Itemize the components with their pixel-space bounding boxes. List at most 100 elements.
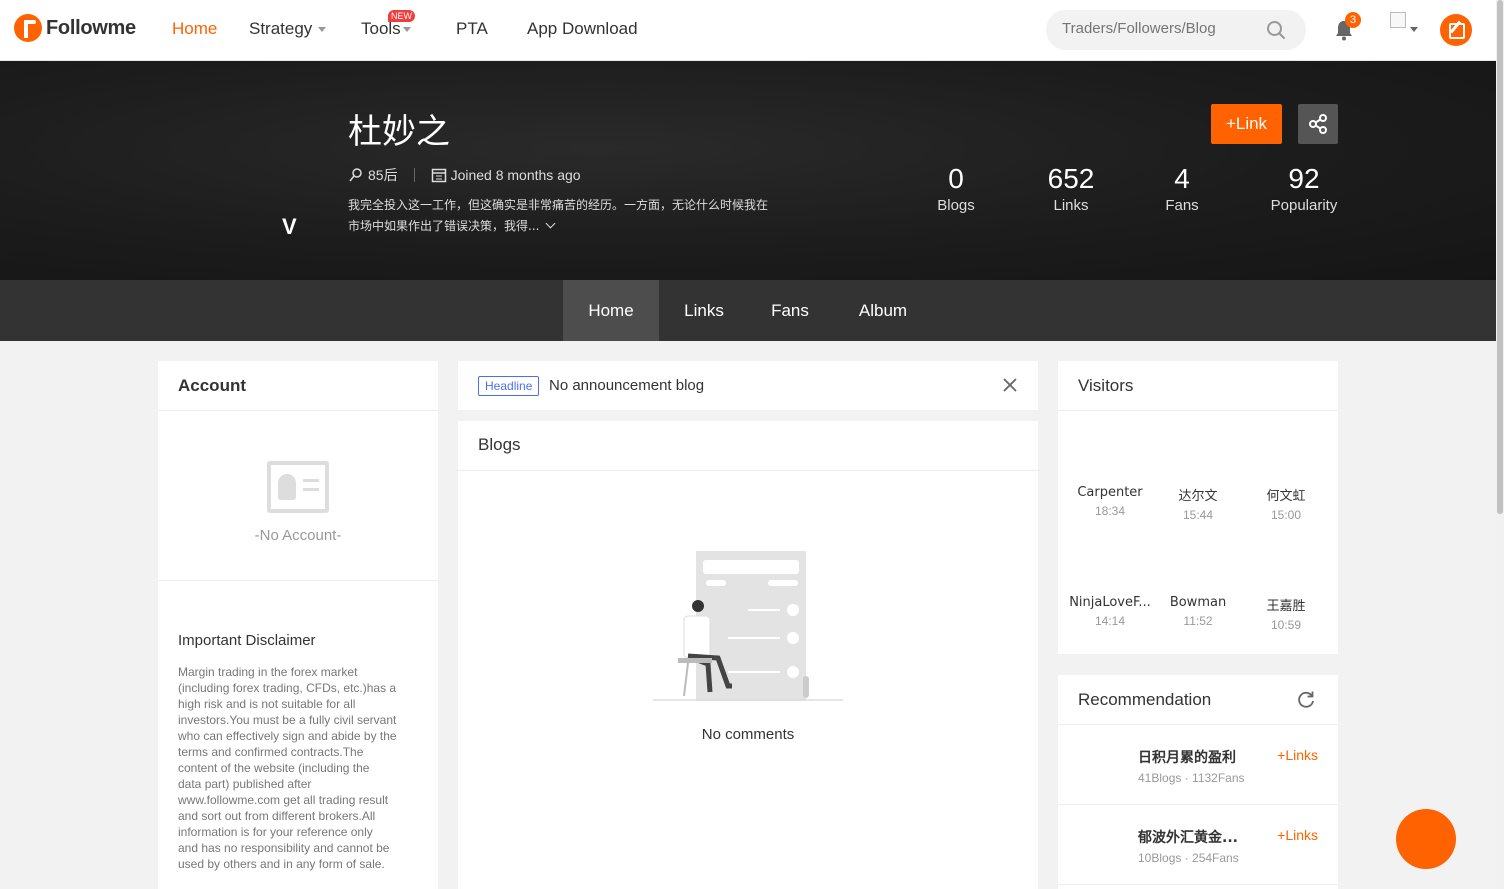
tab-fans[interactable]: Fans [759,280,821,341]
visitor-name: 何文虹 [1266,489,1306,504]
logo-icon [14,14,42,42]
no-account-text: -No Account- [254,527,342,544]
rec-link-label: Links [1285,827,1318,843]
nav-home[interactable]: Home [172,19,217,39]
visitor-time: 14:14 [1094,614,1126,628]
scrollbar-thumb[interactable] [1497,0,1503,514]
nav-strategy[interactable]: Strategy [249,19,327,39]
account-card: Account -No Account- Important Disclaime… [158,361,438,889]
empty-illustration [653,551,843,701]
disclaimer-line: who can effectively sign and abide by th… [178,729,397,743]
rec-link-button[interactable]: +Links [1277,747,1318,763]
profile-bio: 我完全投入这一工作，但这确实是非常痛苦的经历。一方面，无论什么时候我在 市场中如… [348,195,778,237]
profile-meta: 85后 Joined 8 months ago [348,165,581,185]
search-icon[interactable] [1266,20,1286,40]
tab-home[interactable]: Home [563,280,659,341]
nav-strategy-label: Strategy [249,19,313,38]
notification-count: 3 [1345,12,1361,28]
stat-value: 0 [948,163,964,194]
account-title: Account [178,376,246,395]
tab-links[interactable]: Links [671,280,737,341]
tab-album[interactable]: Album [845,280,921,341]
profile-tabs: Home Links Fans Album [0,280,1496,341]
visitor-name: 王嘉胜 [1266,599,1306,614]
new-badge: NEW [388,10,415,22]
announcement-text: No announcement blog [549,377,705,394]
visitors-title: Visitors [1078,376,1134,395]
joined-date: Joined 8 months ago [450,167,581,183]
disclaimer-line: terms and confirmed contracts.The [178,745,364,759]
disclaimer-line: and sort out from different brokers.All [178,809,376,823]
disclaimer-line: content of the website (including the [178,761,370,775]
share-button[interactable] [1298,104,1338,144]
stat-value: 92 [1288,163,1320,194]
link-button[interactable]: +Link [1211,104,1282,144]
bio-line-1: 我完全投入这一工作，但这确实是非常痛苦的经历。一方面，无论什么时候我在 [348,198,769,212]
stat-blogs[interactable]: 0 Blogs [926,163,986,214]
stat-fans[interactable]: 4 Fans [1152,163,1212,214]
chevron-down-icon[interactable] [1410,27,1418,32]
id-card-icon [267,461,329,513]
disclaimer-line: investors.You must be a fully civil serv… [178,713,397,727]
disclaimer-title: Important Disclaimer [178,632,316,649]
recommendation-title: Recommendation [1078,690,1212,709]
visitor-item[interactable]: 达尔文 15:44 [1148,485,1248,522]
rec-link-button[interactable]: +Links [1277,827,1318,843]
visitor-time: 15:44 [1182,508,1214,522]
search-box [1046,10,1306,50]
top-navbar: Followme Home Strategy Tools NEW PTA App… [0,0,1496,61]
nav-tools[interactable]: Tools [361,19,411,39]
share-icon [1309,114,1327,134]
close-icon[interactable] [1002,377,1018,393]
stat-value: 652 [1047,163,1095,194]
divider [413,168,415,182]
plus-icon: + [1225,114,1236,133]
rec-name[interactable]: 日积月累的盈利 [1138,747,1248,767]
disclaimer-line: (including forex trading, CFDs, etc.)has… [178,681,397,695]
nav-pta[interactable]: PTA [456,19,488,39]
recommendation-item[interactable]: 日积月累的盈利 41Blogs · 1132Fans +Links [1058,725,1338,805]
rec-meta: 10Blogs · 254Fans [1138,851,1239,865]
visitor-item[interactable]: Bowman 11:52 [1148,595,1248,628]
age-icon [349,168,362,182]
headline-tag: Headline [478,376,540,396]
disclaimer-line: and has no responsibility and cannot be [178,841,390,855]
chevron-down-icon [402,27,411,33]
visitor-name: Carpenter [1077,485,1143,500]
calendar-icon [431,168,446,183]
expand-chevron-icon[interactable] [546,218,556,229]
search-input[interactable] [1062,20,1262,37]
divider [158,410,438,411]
rec-name[interactable]: 郁波外汇黄金... [1138,827,1248,847]
visitors-card: Visitors Carpenter 18:34 达尔文 15:44 何文虹 1… [1058,361,1338,654]
avatar[interactable] [1390,12,1406,28]
visitor-item[interactable]: 何文虹 15:00 [1236,485,1336,522]
scrollbar[interactable] [1496,0,1504,889]
visitor-item[interactable]: NinjaLoveF... 14:14 [1060,595,1160,628]
chevron-down-icon [318,27,327,33]
visitor-item[interactable]: Carpenter 18:34 [1060,485,1160,518]
visitor-time: 11:52 [1183,614,1213,628]
nav-app-download[interactable]: App Download [527,19,638,39]
disclaimer-line: information is for your reference only [178,825,373,839]
blogs-card: Blogs No comments [458,421,1038,889]
disclaimer-line: used by others and in any form of sale. [178,857,385,871]
recommendation-item[interactable]: 郁波外汇黄金... 10Blogs · 254Fans +Links [1058,805,1338,885]
disclaimer-line: www.followme.com get all trading result [178,793,389,807]
disclaimer-body: Margin trading in the forex market (incl… [178,664,420,872]
announcement-bar: Headline No announcement blog [458,361,1038,410]
stat-label: Blogs [937,197,975,214]
blogs-title: Blogs [478,435,521,454]
stat-links[interactable]: 652 Links [1036,163,1106,214]
age-group: 85后 [368,167,398,183]
stat-popularity[interactable]: 92 Popularity [1264,163,1344,214]
visitor-name: 达尔文 [1178,489,1218,504]
refresh-icon[interactable] [1296,689,1316,709]
floating-action-button[interactable] [1396,809,1456,869]
no-comments-text: No comments [701,726,795,743]
disclaimer-line: data part) published after [178,777,312,791]
followme-logo[interactable]: Followme [14,14,136,42]
visitor-item[interactable]: 王嘉胜 10:59 [1236,595,1336,632]
visitor-time: 10:59 [1270,618,1302,632]
write-post-button[interactable] [1440,14,1472,46]
